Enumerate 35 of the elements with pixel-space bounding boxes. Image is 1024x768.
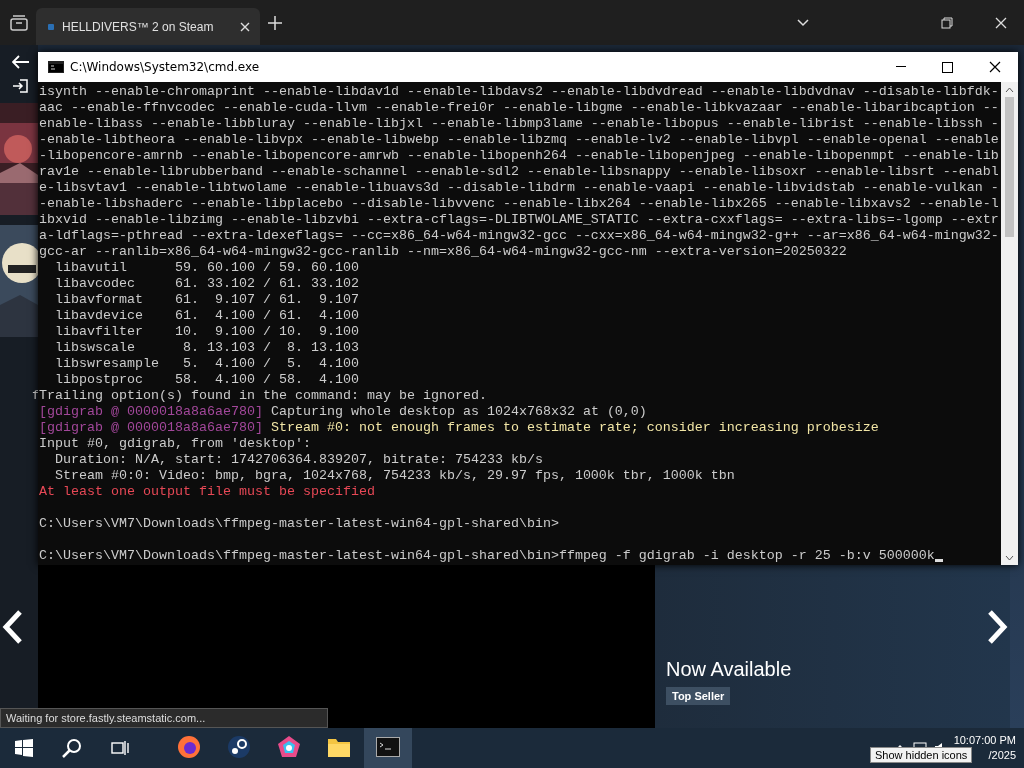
- console-line: Trailing option(s) found in the command: may be ignored.: [39, 388, 488, 404]
- console-line: [gdigrab @ 0000018a8a6ae780] Stream #0: not enough frames to estimate rate; consider increasing probesize: [39, 420, 880, 436]
- console-line: libavformat 61. 9.107 / 61. 9.107: [54, 292, 360, 308]
- console-line: -libopencore-amrnb --enable-libopencore-amrwb --enable-libopenh264 --enable-libopenjpeg --enable-libopenmpt --enable-lib: [39, 148, 1000, 164]
- console-line: At least one output file must be specified: [39, 484, 376, 500]
- console-line: ibxvid --enable-libzimg --enable-libzvbi --extra-cflags=-DLIBTWOLAME_STATIC --extra-cxxflags= --extra-libs=-lgomp --extr: [39, 212, 1000, 228]
- console-line: libswresample 5. 4.100 / 5. 4.100: [54, 356, 360, 372]
- console-line: libavfilter 10. 9.100 / 10. 9.100: [54, 324, 360, 340]
- console-line: e-libsvtav1 --enable-libtwolame --enable-libuavs3d --disable-libdrm --enable-vaapi --enable-libvidstab --enable-vulkan -: [39, 180, 1000, 196]
- console-line: libavcodec 61. 33.102 / 61. 33.102: [54, 276, 360, 292]
- promo-tag: Top Seller: [666, 687, 731, 705]
- tooltip: Show hidden icons: [870, 747, 973, 763]
- console-line: libavutil 59. 60.100 / 59. 60.100: [54, 260, 360, 276]
- clock-date: /2025: [988, 748, 1016, 763]
- console-line: [gdigrab @ 0000018a8a6ae780] Capturing whole desktop as 1024x768x32 at (0,0): [39, 404, 648, 420]
- console-line: gcc-ar --ranlib=x86_64-w64-mingw32-gcc-ranlib --nm=x86_64-w64-mingw32-gcc-nm --extra-version=20250322: [39, 244, 848, 260]
- console-line: a-ldflags=-pthread --extra-ldexeflags= --cc=x86_64-w64-mingw32-gcc --cxx=x86_64-w64-mingw32-g++ --ar=x86_64-w64-mingw32-: [39, 228, 1000, 244]
- console-line: Input #0, gdigrab, from 'desktop':: [39, 436, 312, 452]
- status-bubble: Waiting for store.fastly.steamstatic.com...: [0, 708, 328, 728]
- console-line: C:\Users\VM7\Downloads\ffmpeg-master-latest-win64-gpl-shared\bin>: [39, 515, 560, 532]
- console-line: Duration: N/A, start: 1742706364.839207, bitrate: 754233 kb/s: [54, 452, 544, 468]
- console-line: isynth --enable-chromaprint --enable-libdav1d --enable-libdavs2 --enable-libdvdread --enable-libdvdnav --disable-libfdk-: [39, 84, 1000, 100]
- clock-time: 10:07:00 PM: [953, 733, 1016, 748]
- console-line: libavdevice 61. 4.100 / 61. 4.100: [54, 308, 360, 324]
- console-line: libswscale 8. 13.103 / 8. 13.103: [54, 340, 360, 356]
- console-line: -enable-libshaderc --enable-libplacebo --disable-libvvenc --enable-libx264 --enable-libx265 --enable-libxavs2 --enable-l: [39, 196, 1000, 212]
- promo-heading: Now Available: [666, 658, 792, 681]
- window-title: C:\Windows\System32\cmd.exe: [70, 60, 261, 74]
- console-line: rav1e --enable-librubberband --enable-schannel --enable-sdl2 --enable-libsnappy --enable-libsoxr --enable-libsrt --enabl: [39, 164, 1000, 180]
- console-line: aac --enable-ffnvcodec --enable-cuda-llvm --enable-frei0r --enable-libgme --enable-libkvazaar --enable-libaribcaption --: [39, 100, 1000, 116]
- console-line: libpostproc 58. 4.100 / 58. 4.100: [54, 372, 360, 388]
- console-line: Stream #0:0: Video: bmp, bgra, 1024x768, 754233 kb/s, 29.97 fps, 1000k tbr, 1000k tbn: [54, 468, 736, 484]
- console-line: enable-libass --enable-libbluray --enable-libjxl --enable-libmp3lame --enable-libopus --enable-librist --enable-libssh -: [39, 116, 1000, 132]
- console-line: -enable-libtheora --enable-libvpx --enable-libwebp --enable-libzmq --enable-lv2 --enable-libvpl --enable-openal --enable: [39, 132, 1000, 148]
- console-line: C:\Users\VM7\Downloads\ffmpeg-master-latest-win64-gpl-shared\bin>ffmpeg -f gdigrab -i desktop -r 25 -b:v 500000k: [39, 532, 1001, 564]
